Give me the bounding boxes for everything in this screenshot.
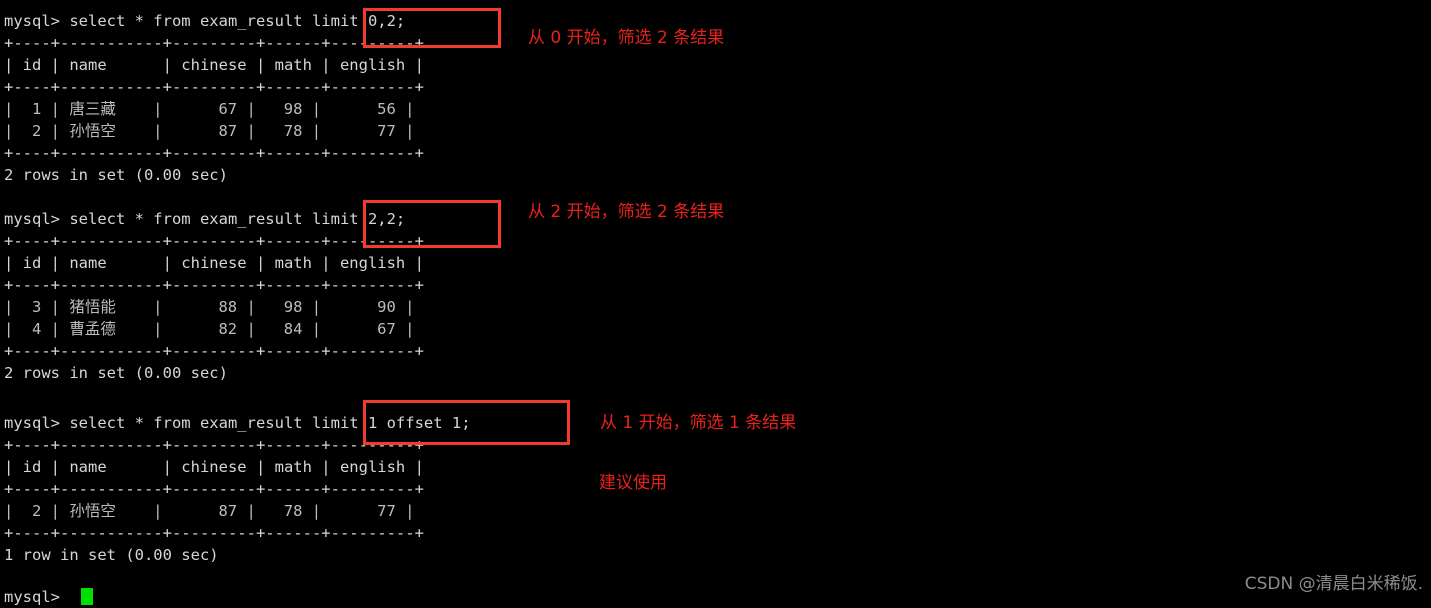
annotation-recommendation: 建议使用 xyxy=(599,473,667,493)
table-row: | 1 | 唐三藏 | 67 | 98 | 56 | xyxy=(4,100,415,118)
table-header-3: | id | name | chinese | math | english | xyxy=(4,458,424,476)
table-row: | 2 | 孙悟空 | 87 | 78 | 77 | xyxy=(4,122,415,140)
table-row: | 2 | 孙悟空 | 87 | 78 | 77 | xyxy=(4,502,415,520)
terminal-cursor xyxy=(81,588,93,605)
status-line-2: 2 rows in set (0.00 sec) xyxy=(4,364,228,382)
table-separator-top-2: +----+-----------+---------+------+-----… xyxy=(4,232,424,250)
table-separator-top-3: +----+-----------+---------+------+-----… xyxy=(4,436,424,454)
status-line-1: 2 rows in set (0.00 sec) xyxy=(4,166,228,184)
command-line-1: mysql> select * from exam_result limit 0… xyxy=(4,12,406,30)
table-separator-bottom-3: +----+-----------+---------+------+-----… xyxy=(4,524,424,542)
table-header-2: | id | name | chinese | math | english | xyxy=(4,254,424,272)
table-row: | 3 | 猪悟能 | 88 | 98 | 90 | xyxy=(4,298,415,316)
final-prompt: mysql> xyxy=(4,588,70,606)
table-separator-top-1: +----+-----------+---------+------+-----… xyxy=(4,34,424,52)
command-line-2: mysql> select * from exam_result limit 2… xyxy=(4,210,406,228)
command-line-3: mysql> select * from exam_result limit 1… xyxy=(4,414,471,432)
annotation-limit-1-offset-1: 从 1 开始，筛选 1 条结果 xyxy=(600,413,797,433)
status-line-3: 1 row in set (0.00 sec) xyxy=(4,546,219,564)
table-row: | 4 | 曹孟德 | 82 | 84 | 67 | xyxy=(4,320,415,338)
table-separator-mid-3: +----+-----------+---------+------+-----… xyxy=(4,480,424,498)
csdn-watermark: CSDN @清晨白米稀饭. xyxy=(1244,574,1423,594)
annotation-limit-2-2: 从 2 开始，筛选 2 条结果 xyxy=(528,202,725,222)
table-separator-bottom-2: +----+-----------+---------+------+-----… xyxy=(4,342,424,360)
terminal-window[interactable]: mysql> select * from exam_result limit 0… xyxy=(0,0,1431,606)
table-header-1: | id | name | chinese | math | english | xyxy=(4,56,424,74)
table-separator-mid-2: +----+-----------+---------+------+-----… xyxy=(4,276,424,294)
annotation-limit-0-2: 从 0 开始，筛选 2 条结果 xyxy=(528,28,725,48)
table-separator-mid-1: +----+-----------+---------+------+-----… xyxy=(4,78,424,96)
table-separator-bottom-1: +----+-----------+---------+------+-----… xyxy=(4,144,424,162)
